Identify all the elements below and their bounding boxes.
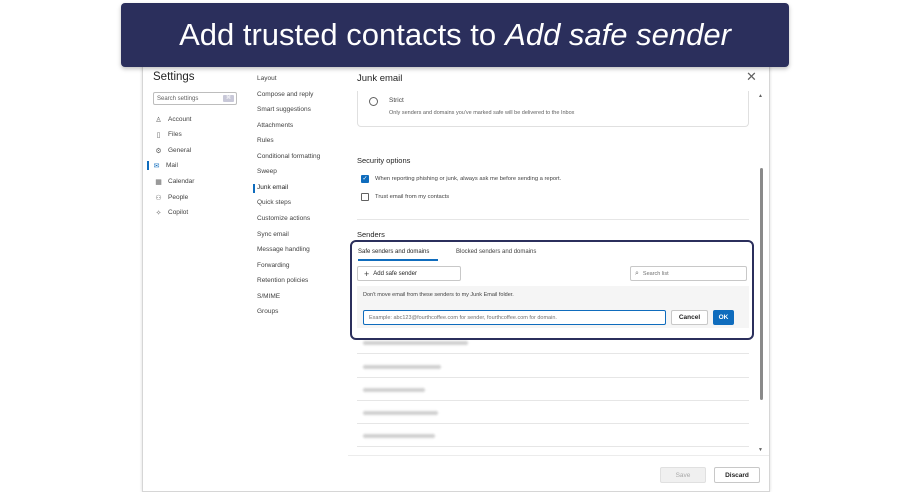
nav-label: Mail	[166, 162, 178, 169]
mail-icon: ✉	[153, 162, 160, 170]
nav-item-calendar[interactable]: ▦ Calendar	[149, 177, 194, 186]
section-divider	[357, 219, 749, 220]
scrollbar-thumb[interactable]	[760, 168, 763, 400]
strict-option-card	[357, 91, 749, 127]
subnav-active-indicator	[253, 184, 255, 193]
subnav-smime[interactable]: S/MIME	[257, 293, 280, 300]
calendar-icon: ▦	[155, 178, 162, 186]
banner-emphasis: Add safe sender	[505, 17, 731, 52]
list-item[interactable]	[363, 365, 441, 369]
scroll-up-icon[interactable]: ▲	[758, 93, 763, 99]
settings-window: Settings Search settings ⌘ ♙ Account ▯ F…	[142, 62, 770, 492]
row-divider	[357, 423, 749, 424]
subnav-compose[interactable]: Compose and reply	[257, 91, 313, 98]
file-icon: ▯	[156, 131, 161, 139]
discard-button[interactable]: Discard	[714, 467, 760, 483]
senders-title: Senders	[357, 230, 385, 239]
subnav-groups[interactable]: Groups	[257, 308, 278, 315]
search-placeholder: Search settings	[157, 95, 199, 102]
subnav-layout[interactable]: Layout	[257, 75, 277, 82]
trust-contacts-label: Trust email from my contacts	[375, 194, 450, 200]
subnav-message-handling[interactable]: Message handling	[257, 246, 310, 253]
row-divider	[357, 400, 749, 401]
nav-label: Copilot	[168, 209, 189, 216]
nav-label: Files	[168, 131, 182, 138]
nav-label: Calendar	[168, 178, 195, 185]
highlight-box	[350, 240, 754, 340]
list-item[interactable]	[363, 388, 425, 392]
active-indicator	[147, 161, 149, 170]
subnav-junk-email[interactable]: Junk email	[257, 184, 288, 191]
strict-radio[interactable]	[369, 97, 378, 106]
nav-item-account[interactable]: ♙ Account	[149, 115, 192, 124]
nav-item-people[interactable]: ⚇ People	[149, 193, 188, 202]
gear-icon: ⚙	[155, 147, 162, 155]
row-divider	[357, 353, 749, 354]
nav-item-mail[interactable]: ✉ Mail	[147, 161, 178, 170]
panel-title: Junk email	[357, 73, 403, 84]
subnav-sweep[interactable]: Sweep	[257, 168, 277, 175]
nav-item-general[interactable]: ⚙ General	[149, 146, 191, 155]
subnav-quick-steps[interactable]: Quick steps	[257, 199, 291, 206]
scroll-down-icon[interactable]: ▼	[758, 447, 763, 453]
subnav-customize-actions[interactable]: Customize actions	[257, 215, 310, 222]
settings-title: Settings	[153, 71, 195, 83]
subnav-rules[interactable]: Rules	[257, 137, 274, 144]
report-confirm-checkbox[interactable]: ✓	[361, 175, 369, 183]
nav-item-files[interactable]: ▯ Files	[149, 130, 182, 139]
strict-description: Only senders and domains you've marked s…	[389, 110, 575, 116]
subnav-smart-suggestions[interactable]: Smart suggestions	[257, 106, 311, 113]
list-item[interactable]	[363, 434, 435, 438]
person-icon: ♙	[155, 116, 162, 124]
subnav-attachments[interactable]: Attachments	[257, 122, 293, 129]
search-settings-input[interactable]: Search settings ⌘	[153, 92, 237, 105]
people-icon: ⚇	[155, 194, 162, 202]
caption-banner: Add trusted contacts to Add safe sender	[121, 3, 789, 67]
subnav-forwarding[interactable]: Forwarding	[257, 262, 290, 269]
save-button[interactable]: Save	[660, 467, 706, 483]
subnav-sync-email[interactable]: Sync email	[257, 231, 289, 238]
report-confirm-label: When reporting phishing or junk, always …	[375, 176, 562, 182]
shortcut-key-icon: ⌘	[223, 95, 234, 102]
strict-label: Strict	[389, 97, 404, 104]
row-divider	[357, 377, 749, 378]
security-options-title: Security options	[357, 156, 411, 165]
nav-label: General	[168, 147, 192, 154]
row-divider	[357, 446, 749, 447]
banner-text: Add trusted contacts to	[179, 17, 497, 52]
subnav-retention-policies[interactable]: Retention policies	[257, 277, 308, 284]
trust-contacts-checkbox[interactable]	[361, 193, 369, 201]
nav-item-copilot[interactable]: ✧ Copilot	[149, 208, 189, 217]
list-item[interactable]	[363, 341, 468, 345]
subnav-conditional-formatting[interactable]: Conditional formatting	[257, 153, 320, 160]
list-item[interactable]	[363, 411, 438, 415]
copilot-icon: ✧	[155, 209, 162, 217]
close-icon[interactable]: ✕	[746, 69, 757, 85]
nav-label: People	[168, 194, 189, 201]
nav-label: Account	[168, 116, 192, 123]
